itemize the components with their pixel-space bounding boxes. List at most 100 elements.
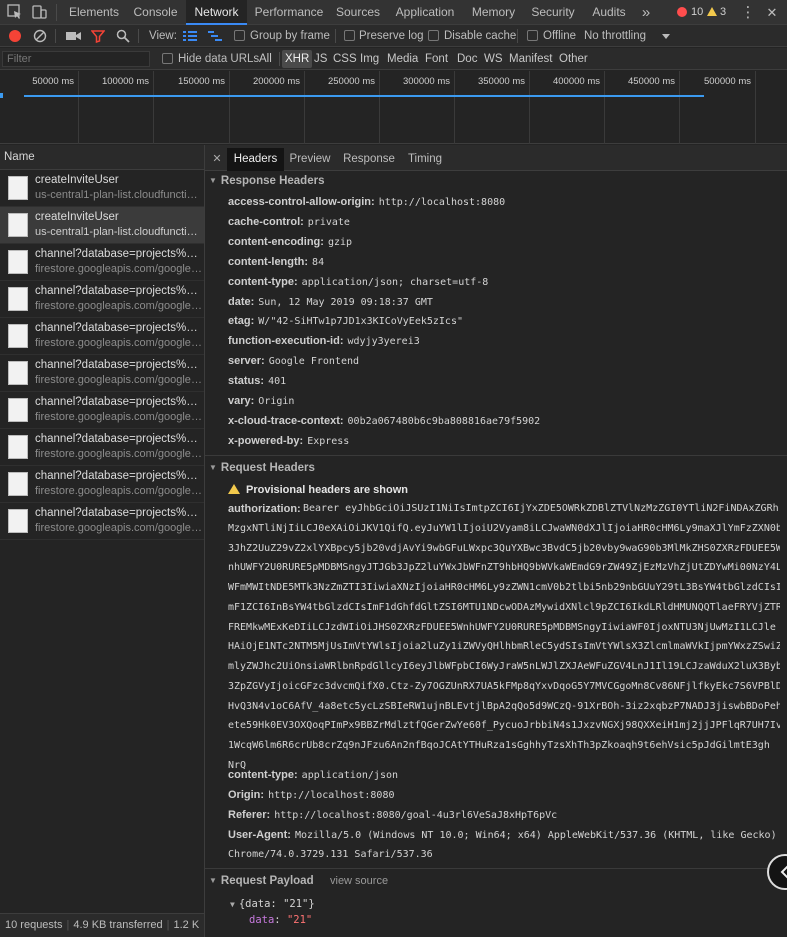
record-icon[interactable] — [9, 30, 21, 42]
device-toolbar-icon[interactable] — [31, 4, 47, 20]
header-value: application/json; charset=utf-8 — [301, 276, 489, 288]
filter-type-manifest[interactable]: Manifest — [506, 50, 555, 68]
request-row[interactable]: channel?database=projects%2Fplan-list fir… — [0, 355, 204, 392]
request-row[interactable]: channel?database=projects%2Fplan-list fir… — [0, 429, 204, 466]
large-rows-icon[interactable] — [183, 30, 197, 42]
request-domain: firestore.googleapis.com/google.firestor… — [35, 448, 203, 460]
tab-elements[interactable]: Elements — [63, 0, 125, 25]
warning-count[interactable]: 3 — [720, 0, 726, 25]
error-count[interactable]: 10 — [691, 0, 703, 25]
filter-type-css[interactable]: CSS — [330, 50, 360, 68]
request-row[interactable]: channel?database=projects%2Fplan-list fir… — [0, 281, 204, 318]
payload-summary[interactable]: ▼ {data: "21"} — [230, 896, 315, 913]
header-key: status: — [228, 375, 265, 388]
header-key: content-length: — [228, 255, 309, 268]
filter-type-img[interactable]: Img — [357, 50, 382, 68]
request-count: 10 requests — [5, 919, 63, 931]
tab-preview[interactable]: Preview — [286, 148, 334, 171]
tab-response[interactable]: Response — [340, 148, 398, 171]
filter-type-font[interactable]: Font — [422, 50, 451, 68]
header-value: Origin — [258, 396, 295, 407]
request-header-row: User-Agent: Mozilla/5.0 (Windows NT 10.0;… — [228, 825, 783, 846]
tab-application[interactable]: Application — [391, 0, 459, 25]
header-value: private — [307, 216, 350, 228]
tab-timing[interactable]: Timing — [404, 148, 446, 171]
document-icon — [8, 361, 28, 385]
clear-icon[interactable] — [33, 29, 47, 43]
header-value: Google Frontend — [268, 356, 360, 368]
request-row[interactable]: channel?database=projects%2Fplan-list fir… — [0, 503, 204, 540]
request-row[interactable]: createInviteUser us-central1-plan-list.cl… — [0, 170, 204, 207]
tab-headers[interactable]: Headers — [227, 148, 284, 171]
view-source-link[interactable]: view source — [330, 875, 388, 887]
inspect-element-icon[interactable] — [7, 4, 23, 20]
preserve-log-label[interactable]: Preserve log — [359, 25, 424, 47]
name-column-header[interactable]: Name — [0, 145, 204, 170]
expanded-triangle-icon: ▼ — [209, 463, 217, 472]
filter-type-xhr[interactable]: XHR — [282, 50, 313, 68]
tab-memory[interactable]: Memory — [467, 0, 520, 25]
filter-type-media[interactable]: Media — [384, 50, 421, 68]
authorization-value-line: MzgxNTliNjIiLCJ0eXAiOiJKV1QifQ.eyJuYW1lI… — [228, 522, 780, 534]
filter-icon[interactable] — [91, 29, 105, 43]
tab-security[interactable]: Security — [528, 0, 578, 25]
chevron-left-icon — [780, 865, 787, 879]
tab-performance[interactable]: Performance — [251, 0, 327, 25]
hide-data-urls-checkbox[interactable] — [162, 53, 173, 64]
filter-type-other[interactable]: Other — [556, 50, 591, 68]
filter-type-js[interactable]: JS — [311, 50, 330, 68]
request-row[interactable]: channel?database=projects%2Fplan-list fir… — [0, 318, 204, 355]
header-key: date: — [228, 295, 255, 308]
network-overview-timeline[interactable]: 50000 ms 100000 ms 150000 ms 200000 ms 2… — [0, 71, 787, 144]
tab-network[interactable]: Network — [186, 0, 247, 25]
filter-input[interactable] — [2, 51, 150, 67]
request-row[interactable]: createInviteUser us-central1-plan-list.cl… — [0, 207, 204, 244]
response-headers-section[interactable]: ▼ Response Headers — [209, 172, 324, 190]
tab-sources[interactable]: Sources — [332, 0, 384, 25]
authorization-value-line: mF1ZCI6InBsYW4tbGlzdCIsImF1dGhfdGltZSI6M… — [228, 601, 780, 613]
devtools-top-tabbar: Elements Console Network Performance Sou… — [0, 0, 787, 25]
capture-screenshots-icon[interactable] — [66, 30, 81, 42]
request-name: channel?database=projects%2Fplan-list — [35, 248, 203, 260]
filter-type-ws[interactable]: WS — [481, 50, 506, 68]
search-icon[interactable] — [116, 29, 130, 43]
tab-audits[interactable]: Audits — [588, 0, 630, 25]
more-tabs-button[interactable]: » — [638, 0, 654, 25]
request-header-row: Referer: http://localhost:8080/goal-4u3rl… — [228, 805, 783, 826]
document-icon — [8, 213, 28, 237]
throttling-select[interactable]: No throttling — [584, 25, 646, 47]
tab-console[interactable]: Console — [127, 0, 184, 25]
group-by-frame-checkbox[interactable] — [234, 30, 245, 41]
filter-type-all[interactable]: All — [256, 50, 275, 68]
request-name: channel?database=projects%2Fplan-list — [35, 470, 203, 482]
header-key: Referer: — [228, 809, 271, 821]
response-header-row: date: Sun, 12 May 2019 09:18:37 GMT — [228, 292, 783, 313]
request-row[interactable]: channel?database=projects%2Fplan-list fir… — [0, 392, 204, 429]
disable-cache-checkbox[interactable] — [428, 30, 439, 41]
expanded-triangle-icon: ▼ — [209, 876, 217, 885]
close-devtools-icon[interactable]: ✕ — [764, 0, 780, 25]
request-headers-section[interactable]: ▼ Request Headers — [209, 459, 315, 477]
waterfall-overview-icon[interactable] — [208, 30, 222, 42]
tick-label: 500000 ms — [703, 76, 751, 87]
request-domain: firestore.googleapis.com/google.firestor… — [35, 485, 203, 497]
request-row[interactable]: channel?database=projects%2Fplan-list fir… — [0, 466, 204, 503]
chevron-down-icon[interactable] — [662, 34, 670, 39]
hide-data-urls-label[interactable]: Hide data URLs — [178, 48, 259, 70]
request-domain: firestore.googleapis.com/google.firestor… — [35, 263, 203, 275]
response-header-row: x-powered-by: Express — [228, 431, 783, 452]
detail-tabbar: ✕ Headers Preview Response Timing — [205, 145, 787, 171]
header-key: Origin: — [228, 789, 265, 801]
header-value: http://localhost:8080 — [268, 790, 395, 801]
request-row[interactable]: channel?database=projects%2Fplan-list fir… — [0, 244, 204, 281]
offline-checkbox[interactable] — [527, 30, 538, 41]
request-name: channel?database=projects%2Fplan-list — [35, 359, 203, 371]
customize-menu-icon[interactable]: ⋮ — [740, 0, 756, 25]
close-detail-icon[interactable]: ✕ — [209, 148, 225, 171]
request-payload-section[interactable]: ▼ Request Payload — [209, 872, 314, 890]
group-by-frame-label[interactable]: Group by frame — [250, 25, 330, 47]
disable-cache-label[interactable]: Disable cache — [444, 25, 516, 47]
offline-label[interactable]: Offline — [543, 25, 576, 47]
filter-type-doc[interactable]: Doc — [454, 50, 480, 68]
preserve-log-checkbox[interactable] — [344, 30, 355, 41]
